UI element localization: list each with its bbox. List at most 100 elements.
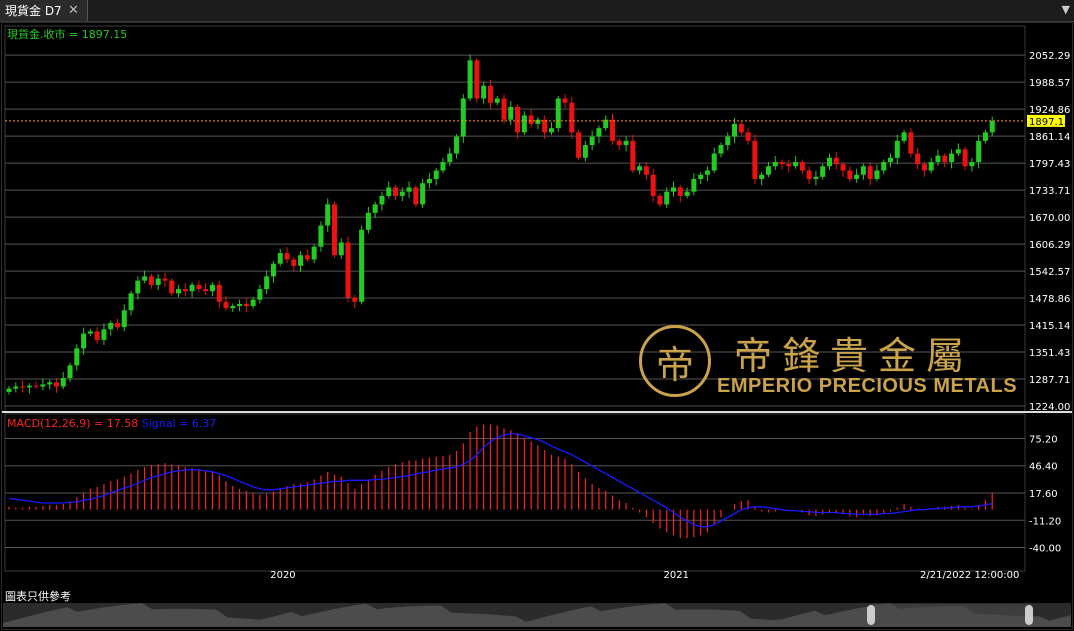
candle-body bbox=[359, 229, 365, 302]
candle-body bbox=[162, 278, 168, 281]
candle-body bbox=[325, 204, 331, 226]
macd-legend: MACD(12,26,9) = 17.58 Signal = 6.37 bbox=[7, 417, 216, 430]
candle-body bbox=[53, 382, 59, 387]
candle-body bbox=[894, 140, 900, 158]
candle-body bbox=[189, 284, 195, 292]
price-tick-label: 1606.29 bbox=[1029, 240, 1070, 251]
candle-body bbox=[799, 162, 805, 171]
candle-body bbox=[752, 140, 758, 179]
candle-body bbox=[969, 162, 975, 167]
tab-spot-gold[interactable]: 現貨金 D7 ✕ bbox=[0, 0, 88, 21]
candle-body bbox=[806, 170, 812, 179]
candle-body bbox=[67, 365, 73, 379]
tab-title: 現貨金 D7 bbox=[5, 4, 62, 18]
candle-body bbox=[81, 333, 87, 349]
candle-body bbox=[874, 170, 880, 179]
macd-tick-label: 46.40 bbox=[1029, 462, 1058, 473]
candle-body bbox=[74, 348, 80, 366]
candle-body bbox=[230, 306, 236, 309]
candle-body bbox=[433, 170, 439, 179]
candle-body bbox=[935, 155, 941, 163]
candle-body bbox=[508, 106, 514, 120]
candle-body bbox=[888, 157, 894, 163]
candle-body bbox=[826, 157, 832, 167]
candle-body bbox=[840, 164, 846, 171]
price-tick-label: 1733.71 bbox=[1029, 186, 1070, 197]
price-tick-label: 1542.57 bbox=[1029, 267, 1070, 278]
candle-body bbox=[379, 195, 385, 205]
candle-body bbox=[657, 195, 663, 205]
price-tick-label: 1670.00 bbox=[1029, 213, 1070, 224]
candle-body bbox=[576, 132, 582, 158]
candle-body bbox=[94, 331, 100, 340]
candle-body bbox=[114, 322, 120, 328]
candle-body bbox=[786, 164, 792, 167]
candle-body bbox=[148, 276, 154, 285]
candle-body bbox=[501, 98, 507, 120]
candle-body bbox=[284, 253, 290, 260]
candle-body bbox=[596, 128, 602, 137]
scrollbar-left-handle[interactable] bbox=[867, 605, 875, 625]
candle-body bbox=[108, 322, 114, 330]
candle-body bbox=[630, 140, 636, 171]
candle-body bbox=[718, 145, 724, 154]
candle-body bbox=[704, 170, 710, 175]
candle-body bbox=[813, 176, 819, 179]
candle-body bbox=[399, 191, 405, 196]
candle-body bbox=[542, 119, 548, 133]
candle-body bbox=[121, 310, 127, 328]
candle-body bbox=[182, 289, 188, 292]
candle-body bbox=[949, 153, 955, 163]
price-legend: 現貨金.收市 = 1897.15 bbox=[7, 27, 127, 41]
candle-body bbox=[759, 174, 765, 179]
candle-body bbox=[257, 289, 263, 300]
scrollbar-right-handle[interactable] bbox=[1025, 605, 1033, 625]
candle-body bbox=[467, 60, 473, 99]
candle-body bbox=[298, 255, 304, 266]
candle-body bbox=[6, 388, 12, 393]
chart-disclaimer: 圖表只供參考 bbox=[5, 590, 71, 603]
x-tick-label: 2020 bbox=[270, 570, 295, 581]
close-icon[interactable]: ✕ bbox=[68, 3, 79, 18]
candle-body bbox=[40, 384, 46, 387]
price-tick-label: 1924.86 bbox=[1029, 105, 1070, 116]
candle-body bbox=[440, 162, 446, 171]
candle-body bbox=[847, 170, 853, 179]
candle-body bbox=[555, 98, 561, 129]
candle-body bbox=[142, 276, 148, 281]
macd-tick-label: -11.20 bbox=[1029, 516, 1061, 527]
candle-body bbox=[691, 178, 697, 192]
candle-body bbox=[454, 136, 460, 154]
macd-legend-signal: Signal = 6.37 bbox=[142, 417, 217, 430]
candle-body bbox=[460, 98, 466, 137]
x-tick-label: 2021 bbox=[664, 570, 689, 581]
candle-body bbox=[169, 280, 175, 294]
candle-body bbox=[345, 242, 351, 298]
candle-body bbox=[609, 119, 615, 141]
dropdown-menu-icon[interactable]: ▼ bbox=[1062, 3, 1070, 16]
candle-body bbox=[881, 162, 887, 171]
time-scrollbar[interactable] bbox=[3, 603, 1071, 627]
tab-bar: 現貨金 D7 ✕ ▼ bbox=[0, 0, 1074, 22]
candle-body bbox=[352, 297, 358, 302]
candle-body bbox=[820, 166, 826, 177]
candle-body bbox=[47, 382, 53, 385]
candle-body bbox=[13, 386, 19, 389]
candle-body bbox=[738, 123, 744, 133]
candle-body bbox=[989, 120, 995, 133]
candle-body bbox=[528, 115, 534, 124]
scrollbar-selection[interactable] bbox=[871, 604, 1031, 626]
candle-body bbox=[677, 187, 683, 196]
candle-body bbox=[732, 123, 738, 137]
candle-body bbox=[277, 253, 283, 264]
candle-body bbox=[637, 166, 643, 171]
scrollbar-canvas[interactable] bbox=[3, 603, 1071, 627]
candle-body bbox=[908, 132, 914, 154]
candle-body bbox=[684, 191, 690, 196]
candle-body bbox=[481, 85, 487, 99]
candle-body bbox=[223, 301, 229, 309]
candle-body bbox=[582, 145, 588, 158]
candle-body bbox=[725, 136, 731, 146]
candle-body bbox=[406, 187, 412, 192]
candle-body bbox=[101, 329, 107, 340]
